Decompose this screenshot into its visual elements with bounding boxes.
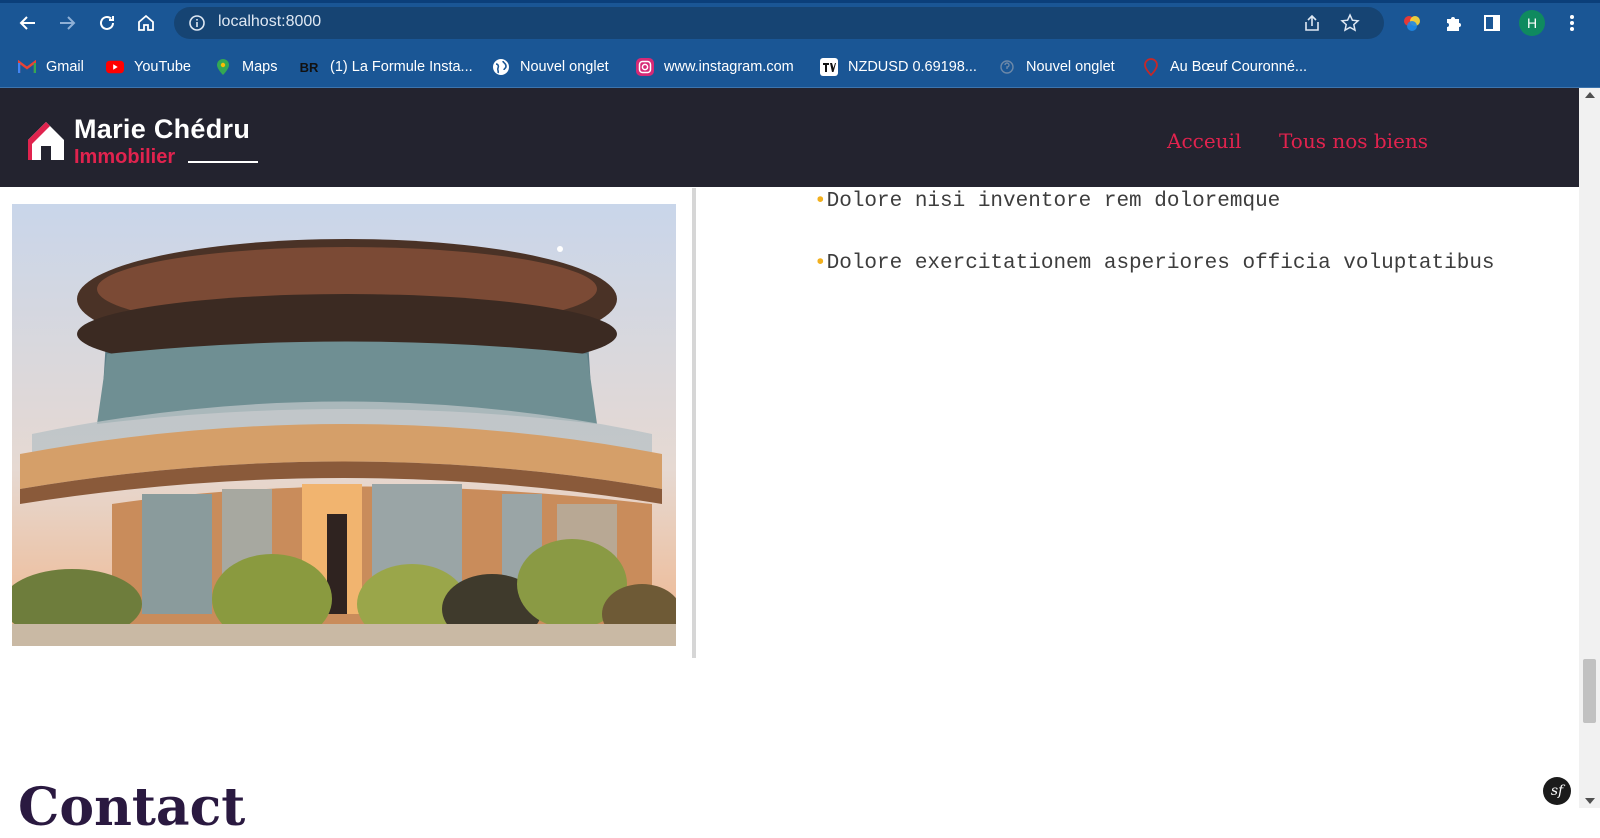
home-icon	[138, 14, 154, 31]
bookmark-nouvel-onglet-2[interactable]: Nouvel onglet	[998, 56, 1115, 78]
profile-avatar[interactable]: H	[1519, 10, 1545, 36]
tab-strip-edge	[0, 0, 1600, 3]
bullet-dot: •	[814, 190, 827, 213]
page-scrollbar[interactable]	[1579, 88, 1600, 808]
youtube-icon	[106, 58, 124, 76]
site-header: Marie Chédru Immobilier Acceuil Tous nos…	[0, 88, 1579, 187]
url-text[interactable]: localhost:8000	[218, 13, 321, 31]
logo-underline	[188, 161, 258, 163]
maps-icon	[214, 58, 232, 76]
page-icon	[998, 58, 1016, 76]
site-info-icon[interactable]	[188, 14, 206, 37]
tradingview-icon	[820, 58, 838, 76]
extension-icon[interactable]	[1400, 11, 1424, 35]
bullet-dot: •	[814, 252, 827, 275]
reload-button[interactable]	[95, 11, 119, 35]
back-arrow-icon	[19, 16, 35, 30]
scroll-up-arrow-icon[interactable]	[1585, 92, 1595, 98]
globe-icon	[492, 58, 510, 76]
bookmarks-bar: Gmail YouTube Maps BR (1) La Formule Ins…	[0, 46, 1600, 88]
extensions-puzzle-icon[interactable]	[1441, 11, 1465, 35]
bookmark-label: Nouvel onglet	[1026, 59, 1115, 75]
address-bar[interactable]: localhost:8000	[174, 7, 1384, 39]
bookmark-label: www.instagram.com	[664, 59, 794, 75]
logo-name: Marie Chédru	[74, 114, 251, 144]
home-button[interactable]	[134, 11, 158, 35]
house-logo-icon	[28, 122, 64, 160]
gmail-icon	[18, 58, 36, 76]
property-photo[interactable]	[12, 204, 676, 646]
bookmark-gmail[interactable]: Gmail	[18, 56, 84, 78]
bookmark-star-icon[interactable]	[1340, 13, 1360, 38]
nav-link-accueil[interactable]: Acceuil	[1167, 129, 1241, 153]
bookmark-instagram[interactable]: www.instagram.com	[636, 56, 794, 78]
bookmark-au-boeuf[interactable]: Au Bœuf Couronné...	[1142, 56, 1307, 78]
feature-text: Dolore nisi inventore rem doloremque	[826, 190, 1281, 213]
bookmark-label: Gmail	[46, 59, 84, 75]
share-icon[interactable]	[1302, 13, 1322, 38]
scroll-thumb[interactable]	[1583, 659, 1596, 723]
bookmark-label: NZDUSD 0.69198...	[848, 59, 977, 75]
reload-icon	[100, 15, 114, 30]
scroll-down-arrow-icon[interactable]	[1585, 798, 1595, 804]
symfony-toolbar-icon[interactable]: sf	[1543, 777, 1571, 805]
feature-text: Dolore exercitationem asperiores officia…	[826, 252, 1495, 275]
bookmark-label: Maps	[242, 59, 278, 75]
forward-button[interactable]	[55, 11, 79, 35]
browser-toolbar: localhost:8000 H	[0, 0, 1600, 46]
back-button[interactable]	[16, 11, 40, 35]
bookmark-nzdusd[interactable]: NZDUSD 0.69198...	[820, 56, 977, 78]
location-icon	[1142, 58, 1160, 76]
bookmark-label: Au Bœuf Couronné...	[1170, 59, 1308, 75]
round-modern-house-photo	[12, 204, 676, 646]
feature-item: •Dolore exercitationem asperiores offici…	[814, 252, 1495, 275]
bookmark-la-formule[interactable]: BR (1) La Formule Insta...	[298, 56, 473, 78]
side-panel-icon[interactable]	[1480, 11, 1504, 35]
nav-link-tous-nos-biens[interactable]: Tous nos biens	[1279, 129, 1428, 153]
instagram-icon	[636, 58, 654, 76]
br-icon: BR	[299, 59, 319, 75]
menu-kebab-icon[interactable]	[1560, 11, 1584, 35]
forward-arrow-icon	[60, 16, 76, 30]
bookmark-maps[interactable]: Maps	[214, 56, 277, 78]
logo-subtitle: Immobilier	[74, 146, 176, 168]
bookmark-label: YouTube	[134, 59, 191, 75]
site-logo[interactable]: Marie Chédru Immobilier	[26, 114, 266, 168]
contact-heading: Contact	[18, 777, 246, 838]
bookmark-nouvel-onglet[interactable]: Nouvel onglet	[492, 56, 609, 78]
bookmark-label: (1) La Formule Insta...	[330, 59, 473, 75]
bookmark-youtube[interactable]: YouTube	[106, 56, 191, 78]
feature-item: •Dolore nisi inventore rem doloremque	[814, 190, 1280, 213]
bookmark-label: Nouvel onglet	[520, 59, 609, 75]
